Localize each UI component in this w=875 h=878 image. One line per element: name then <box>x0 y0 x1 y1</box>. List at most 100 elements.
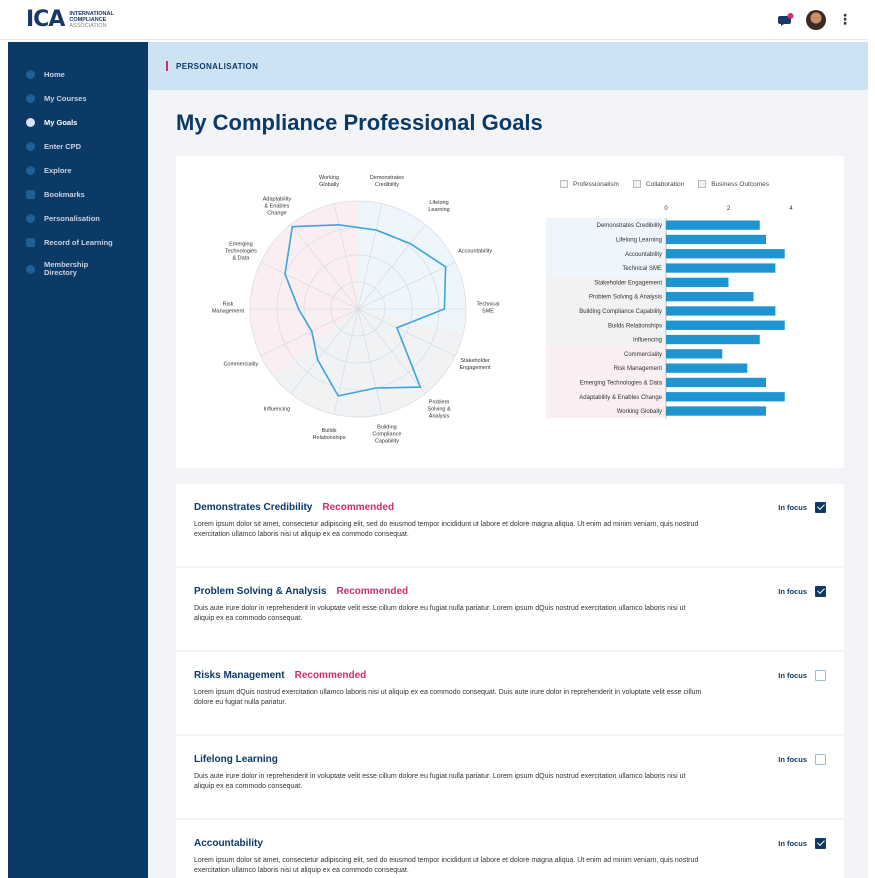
goal-header: Problem Solving & Analysis Recommended <box>194 586 844 597</box>
goal-description: Duis aute irure dolor in reprehenderit i… <box>194 773 686 790</box>
radar-axis-label: Adaptability & Enables Change <box>263 196 292 216</box>
notification-icon[interactable] <box>778 12 794 27</box>
bookmark-icon <box>26 189 35 199</box>
goal-card: Accountability Lorem ipsum dolor sit amet… <box>176 820 844 878</box>
goal-card: Demonstrates Credibility Recommended Lorem… <box>176 484 844 566</box>
goal-title: Accountability <box>194 838 263 849</box>
in-focus-toggle[interactable]: In focus <box>778 670 826 681</box>
category-label: Problem Solving & Analysis <box>589 295 662 301</box>
category-label: Influencing <box>633 338 662 344</box>
goal-header: Lifelong Learning <box>194 754 844 765</box>
ica-logo[interactable]: ICA INTERNATIONAL COMPLIANCE ASSOCIATION <box>26 7 114 32</box>
bar <box>666 334 760 345</box>
sidebar-item-my-courses[interactable]: My Courses <box>8 86 148 110</box>
bar <box>666 363 748 373</box>
legend-item: Business Outcomes <box>698 180 769 188</box>
sidebar-item-label: Home <box>44 69 65 79</box>
category-label: Emerging Technologies & Data <box>580 380 663 386</box>
bar <box>666 320 785 330</box>
bar <box>666 392 785 402</box>
sidebar-item-label: Membership Directory <box>44 260 89 277</box>
recommended-badge: Recommended <box>322 502 395 513</box>
legend-swatch <box>698 180 707 188</box>
breadcrumb-label[interactable]: PERSONALISATION <box>176 62 258 71</box>
chart-legend: Professionalism Collaboration Business Out… <box>560 180 769 188</box>
user-avatar[interactable] <box>806 9 826 30</box>
sidebar-item-enter-cpd[interactable]: Enter CPD <box>8 134 148 158</box>
category-label: Accountability <box>625 252 662 258</box>
in-focus-toggle[interactable]: In focus <box>778 586 826 597</box>
radar-axis-label: Influencing <box>264 407 291 413</box>
goal-header: Risks Management Recommended <box>194 670 844 681</box>
radar-axis-label: Problem Solving & Analysis <box>427 400 451 420</box>
sidebar-item-label: Personalisation <box>44 213 100 223</box>
legend-swatch <box>632 180 641 188</box>
more-options-icon[interactable]: ⋮ <box>838 11 852 28</box>
bar <box>666 234 766 245</box>
radar-axis-label: Accountability <box>458 249 492 255</box>
in-focus-checkbox[interactable] <box>815 754 826 765</box>
radar-axis-label: Emerging Technologies & Data <box>225 242 257 262</box>
breadcrumb-marker <box>166 61 168 71</box>
breadcrumb: PERSONALISATION <box>148 42 868 90</box>
category-label: Adaptability & Enables Change <box>579 395 662 401</box>
sidebar-item-membership-directory[interactable]: Membership Directory <box>8 254 148 284</box>
recommended-badge: Recommended <box>294 670 367 681</box>
top-bar: ICA INTERNATIONAL COMPLIANCE ASSOCIATION… <box>0 0 868 40</box>
radar-axis-label: Stakeholder Engagement <box>460 358 492 371</box>
category-label: Risk Management <box>614 366 663 372</box>
in-focus-checkbox[interactable] <box>815 838 826 849</box>
bar <box>666 263 776 273</box>
home-icon <box>26 69 35 79</box>
in-focus-label: In focus <box>778 671 807 680</box>
category-label: Stakeholder Engagement <box>594 280 662 286</box>
radar-axis-label: Working Globally <box>319 175 339 188</box>
logo-text: INTERNATIONAL COMPLIANCE ASSOCIATION <box>69 11 114 29</box>
sidebar-item-my-goals[interactable]: My Goals <box>8 110 151 134</box>
x-tick-label: 4 <box>789 206 793 212</box>
in-focus-checkbox[interactable] <box>815 670 826 681</box>
radar-axis-label: Commerciality <box>223 361 258 367</box>
goal-card: Lifelong Learning Duis aute irure dolor i… <box>176 736 844 818</box>
in-focus-toggle[interactable]: In focus <box>778 502 826 513</box>
x-tick-label: 0 <box>664 206 668 212</box>
category-label: Working Globally <box>617 409 662 415</box>
in-focus-checkbox[interactable] <box>815 502 826 513</box>
sidebar-item-bookmarks[interactable]: Bookmarks <box>8 182 148 206</box>
legend-label: Collaboration <box>645 180 685 188</box>
sidebar-item-label: My Goals <box>44 117 78 127</box>
goal-description: Lorem ipsum dQuis nostrud exercitation u… <box>194 689 702 706</box>
category-label: Demonstrates Credibility <box>597 223 662 229</box>
explore-icon <box>26 165 35 175</box>
goals-chart-card: Demonstrates Credibility Lifelong Learning A… <box>176 156 844 468</box>
in-focus-label: In focus <box>778 839 807 848</box>
goal-card: Problem Solving & Analysis Recommended Dui… <box>176 568 844 650</box>
legend-swatch <box>560 180 568 188</box>
goal-card: Risks Management Recommended Lorem ipsum d… <box>176 652 844 734</box>
legend-item: Collaboration <box>632 180 685 188</box>
in-focus-toggle[interactable]: In focus <box>778 754 826 765</box>
sidebar-item-label: Enter CPD <box>44 141 82 151</box>
in-focus-checkbox[interactable] <box>815 586 826 597</box>
bar <box>666 306 776 316</box>
sidebar-item-record-of-learning[interactable]: Record of Learning <box>8 230 148 254</box>
category-label: Technical SME <box>622 266 662 272</box>
bar <box>666 292 754 302</box>
sidebar-item-home[interactable]: Home <box>8 62 148 86</box>
sidebar-item-label: My Courses <box>44 93 87 103</box>
category-label: Building Compliance Capability <box>579 309 662 315</box>
personalisation-icon <box>26 213 35 223</box>
in-focus-label: In focus <box>778 503 807 512</box>
bar <box>666 349 723 359</box>
goal-description: Lorem ipsum dolor sit amet, consectetur … <box>194 521 699 538</box>
top-icons: ⋮ <box>778 9 852 30</box>
sidebar-item-personalisation[interactable]: Personalisation <box>8 206 148 230</box>
in-focus-toggle[interactable]: In focus <box>778 838 826 849</box>
radar-axis-label: Technical SME <box>477 302 500 315</box>
directory-icon <box>26 264 35 274</box>
record-icon <box>26 237 35 247</box>
goal-header: Accountability <box>194 838 844 849</box>
sidebar: Home My Courses My Goals Enter CPD Explore Bo… <box>8 42 151 878</box>
category-label: Commerciality <box>624 352 662 358</box>
sidebar-item-explore[interactable]: Explore <box>8 158 148 182</box>
